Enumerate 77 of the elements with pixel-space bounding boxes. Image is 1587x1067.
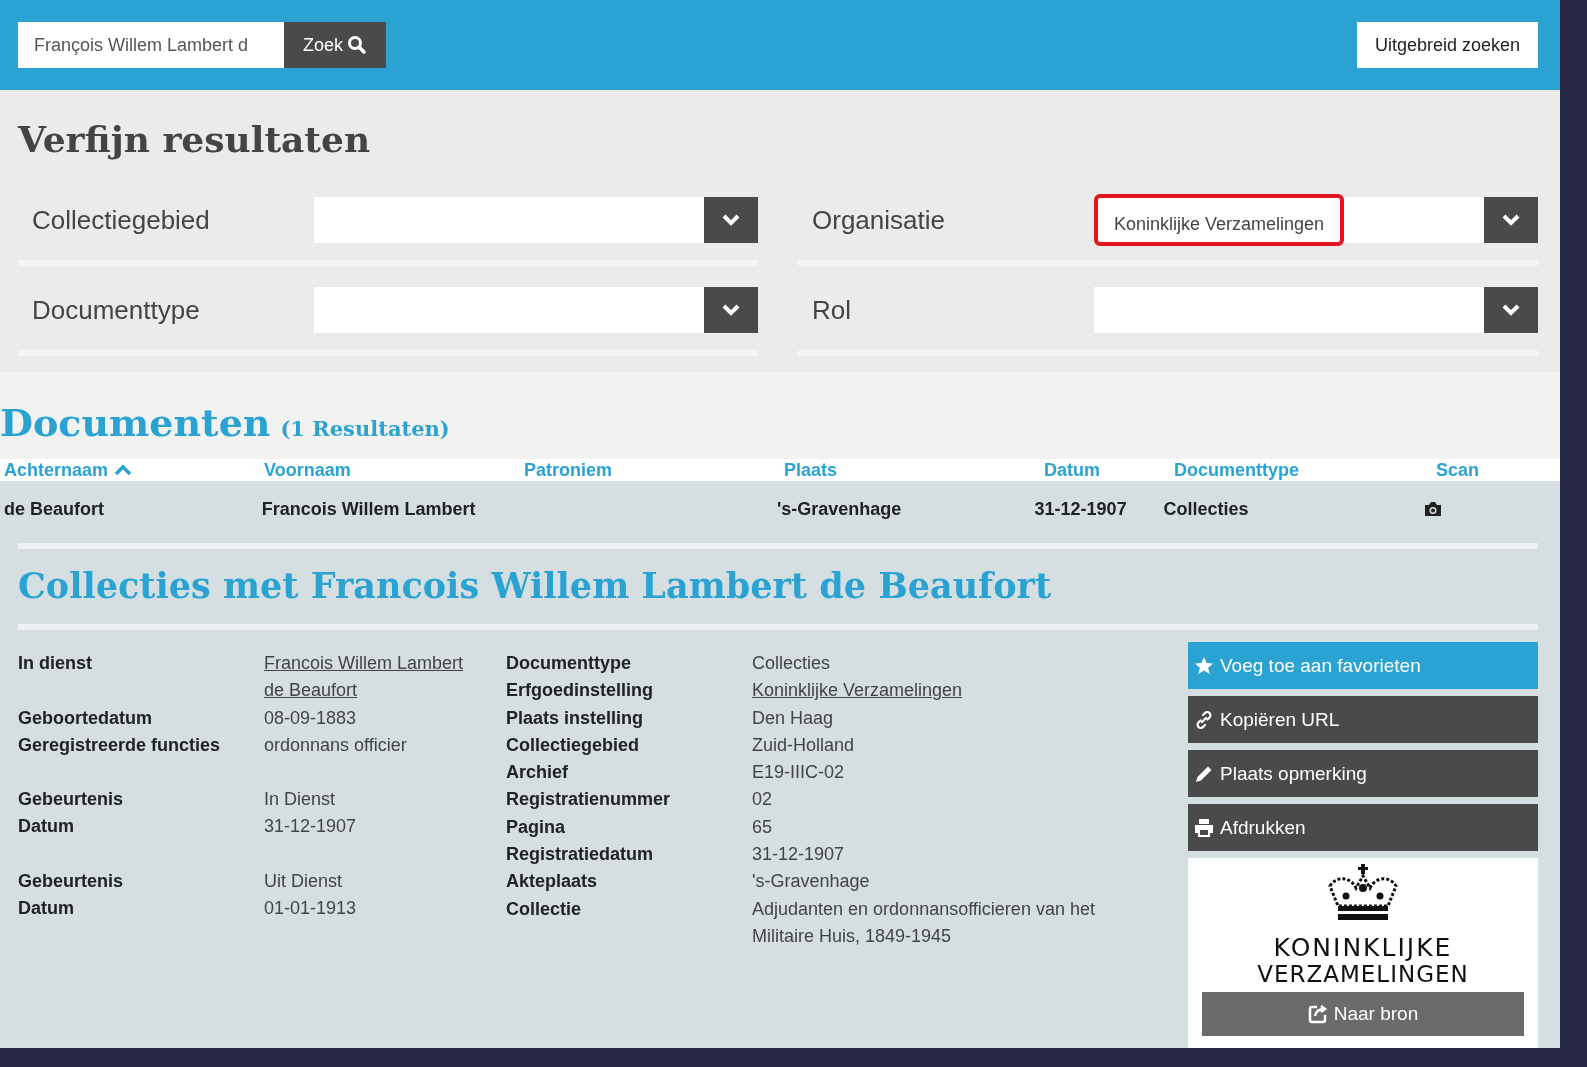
filter-label: Rol (811, 294, 852, 326)
dropdown-button[interactable] (704, 197, 758, 243)
refine-title: Verfijn resultaten (18, 118, 372, 160)
field-label: Archief (506, 761, 569, 785)
link-icon (1194, 709, 1214, 730)
field-link[interactable]: Francois Willem Lambert de Beaufort (264, 650, 464, 705)
logo-text: KONINKLIJKE (1273, 934, 1453, 961)
filter-label: Documenttype (31, 294, 201, 326)
field-value: Den Haag (752, 706, 835, 730)
field-label: Pagina (506, 815, 567, 839)
chevron-down-icon (1502, 214, 1520, 226)
field-label: Geregistreerde functies (18, 733, 222, 757)
field-value: Collecties (752, 652, 832, 675)
field-value: 01-01-1913 (264, 897, 358, 921)
filter-select[interactable]: Koninklijke Verzamelingen (1094, 197, 1538, 243)
table-cell: Collecties (1163, 498, 1249, 520)
field-label: Erfgoedinstelling (506, 679, 654, 703)
field-label: Documenttype (506, 652, 632, 675)
field-label: Datum (18, 897, 75, 921)
field-value: E19-IIIC-02 (752, 761, 846, 785)
field-value: 31-12-1907 (264, 815, 358, 839)
advanced-search-button[interactable]: Uitgebreid zoeken (1356, 22, 1538, 68)
dropdown-button[interactable] (1484, 287, 1538, 333)
field-label: Datum (18, 815, 75, 839)
camera-icon[interactable] (1423, 501, 1444, 517)
field-label: Akteplaats (506, 870, 599, 894)
chevron-down-icon (722, 304, 740, 316)
search-button[interactable]: Zoek (284, 22, 386, 68)
field-value: 's-Gravenhage (752, 870, 871, 894)
field-label: Plaats instelling (506, 706, 645, 730)
detail-title: Collecties met Francois Willem Lambert de Beaufort (18, 565, 1053, 606)
field-label: Collectiegebied (506, 733, 641, 757)
copy-button[interactable]: Kopiëren URL (1188, 696, 1538, 743)
field-label: Geboortedatum (18, 706, 153, 730)
logo-text: VERZAMELINGEN (1257, 961, 1469, 988)
documents-title: Documenten (0, 400, 271, 445)
comment-button[interactable]: Plaats opmerking (1188, 750, 1538, 797)
field-value: 65 (752, 815, 774, 839)
filter-label: Organisatie (811, 204, 946, 236)
chevron-down-icon (722, 214, 740, 226)
table-cell: 31-12-1907 (1034, 498, 1127, 520)
field-label: Gebeurtenis (18, 869, 125, 893)
field-label: In dienst (18, 652, 93, 675)
printer-icon (1194, 817, 1214, 838)
chevron-down-icon (1502, 304, 1520, 316)
field-link[interactable]: Koninklijke Verzamelingen (752, 677, 1152, 705)
field-label: Registratiedatum (506, 843, 655, 867)
filter-select[interactable] (314, 287, 758, 333)
filter-label: Collectiegebied (31, 204, 211, 236)
field-value: Zuid-Holland (752, 733, 856, 757)
dropdown-button[interactable] (1484, 197, 1538, 243)
star-icon (1194, 655, 1214, 676)
field-value: 31-12-1907 (752, 843, 846, 867)
field-label: Gebeurtenis (18, 788, 125, 812)
field-label: Collectie (506, 897, 583, 921)
field-value: In Dienst (264, 788, 337, 812)
external-link-icon (1307, 1004, 1328, 1024)
filter-select[interactable] (314, 197, 758, 243)
search-icon (347, 35, 367, 55)
sort-up-icon[interactable] (114, 464, 133, 476)
table-cell: de Beaufort (4, 498, 104, 520)
field-value: Uit Dienst (264, 869, 344, 893)
field-value: 08-09-1883 (264, 706, 358, 730)
field-value: Adjudanten en ordonnansofficieren van het Militaire Huis, 1849-1945 (752, 897, 1096, 948)
search-field[interactable]: François Willem Lambert d (18, 22, 284, 68)
result-count: (1 Resultaten) (280, 416, 450, 441)
table-row[interactable]: de Beaufort Francois Willem Lambert 's-Gravenhage 31-12-1907 Collecties (0, 485, 1538, 533)
filter-select[interactable] (1094, 287, 1538, 333)
source-button[interactable]: Naar bron (1202, 992, 1524, 1036)
dropdown-button[interactable] (704, 287, 758, 333)
table-cell: 's-Gravenhage (776, 498, 902, 520)
table-cell: Francois Willem Lambert (261, 498, 476, 520)
field-value: ordonnans officier (264, 733, 408, 757)
field-label: Registratienummer (506, 788, 672, 812)
select-value: Koninklijke Verzamelingen (1094, 194, 1345, 246)
print-button[interactable]: Afdrukken (1188, 804, 1538, 851)
field-value: 02 (752, 788, 774, 812)
